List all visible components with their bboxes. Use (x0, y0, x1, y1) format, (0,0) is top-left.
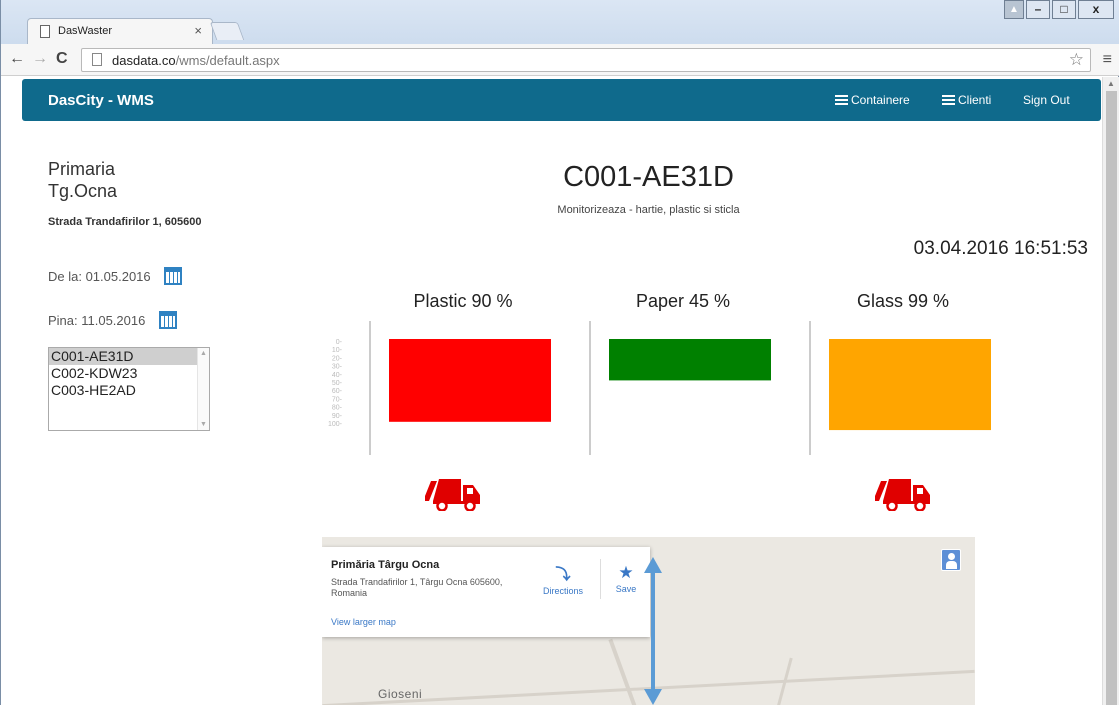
window-controls: ▲ – □ x (1004, 0, 1114, 20)
scrollbar-thumb[interactable] (1106, 91, 1117, 705)
category-label: Plastic 90 % (413, 291, 512, 311)
browser-tab[interactable]: DasWaster × (27, 18, 213, 44)
device-subtitle: Monitorizeaza - hartie, plastic si sticl… (557, 204, 740, 216)
nav-clienti[interactable]: Clienti (942, 93, 991, 107)
y-tick-label: 90- (332, 413, 343, 420)
list-icon (835, 95, 848, 105)
bar-1 (389, 339, 551, 422)
date-from-label: De la: 01.05.2016 (48, 269, 151, 284)
y-tick-label: 100- (328, 421, 343, 428)
calendar-from-icon[interactable] (164, 267, 183, 285)
new-tab-button[interactable] (209, 22, 245, 40)
scroll-up-arrow-icon[interactable]: ▲ (1107, 79, 1115, 88)
tab-strip: DasWaster × ▲ – □ x (1, 0, 1119, 44)
y-tick-label: 40- (332, 372, 343, 379)
y-tick-label: 70- (332, 396, 343, 403)
browser-window: DasWaster × ▲ – □ x ← → C dasdata.co/wms… (0, 0, 1119, 705)
maximize-button[interactable]: □ (1052, 0, 1076, 19)
fill-level-chart: 0-10-20- 30-40-50-60-70- 80-90-100- Plastic… (328, 291, 991, 455)
scroll-down-icon[interactable]: ▼ (200, 421, 207, 428)
garbage-truck-icon (425, 479, 480, 511)
date-to: Pina: 11.05.2016 (48, 311, 177, 329)
browser-toolbar: ← → C dasdata.co/wms/default.aspx ☆ ≡ (1, 44, 1119, 76)
client-name: Primaria Tg.Ocna (48, 159, 118, 201)
user-icon[interactable]: ▲ (1004, 0, 1024, 19)
scroll-up-icon[interactable]: ▲ (200, 350, 207, 357)
device-item-2[interactable]: C002-KDW23 (49, 365, 199, 382)
grid-icon (942, 95, 955, 105)
minimize-button[interactable]: – (1026, 0, 1050, 19)
category-label: Glass 99 % (857, 291, 949, 311)
y-tick-label: 10- (332, 347, 343, 354)
brand-title[interactable]: DasCity - WMS (48, 92, 154, 109)
nav-clienti-label: Clienti (958, 93, 992, 107)
y-tick-label: 50- (332, 380, 343, 387)
reload-icon[interactable]: C (56, 50, 68, 68)
device-item-3[interactable]: C003-HE2AD (49, 382, 199, 399)
url-page-icon (92, 53, 102, 66)
y-tick-label: 80- (332, 405, 343, 412)
garbage-truck-icon (875, 479, 930, 511)
url-host: dasdata.co (112, 53, 176, 68)
nav-containere[interactable]: Containere (835, 93, 910, 107)
close-button[interactable]: x (1078, 0, 1114, 19)
bar-3 (829, 339, 991, 431)
forward-arrow-icon[interactable]: → (32, 50, 48, 68)
menu-icon[interactable]: ≡ (1103, 51, 1112, 69)
page-scrollbar[interactable]: ▲ (1102, 77, 1119, 705)
address-bar[interactable]: dasdata.co/wms/default.aspx ☆ (81, 48, 1091, 72)
app-navbar: DasCity - WMS Containere Clienti Sign Ou… (22, 79, 1101, 121)
device-item-1[interactable]: C001-AE31D (49, 348, 199, 365)
timestamp: 03.04.2016 16:51:53 (913, 238, 1088, 259)
y-tick-label: 60- (332, 388, 343, 395)
tab-title: DasWaster (58, 25, 112, 37)
double-arrow-icon (644, 557, 662, 705)
bookmark-star-icon[interactable]: ☆ (1069, 50, 1084, 70)
device-listbox[interactable]: C001-AE31D C002-KDW23 C003-HE2AD ▲ ▼ (48, 347, 210, 431)
date-from: De la: 01.05.2016 (48, 267, 183, 285)
bar-2 (609, 339, 771, 381)
y-tick-label: 0- (336, 339, 343, 346)
category-label: Paper 45 % (636, 291, 730, 311)
page-viewport: DasCity - WMS Containere Clienti Sign Ou… (2, 77, 1119, 705)
device-title: C001-AE31D (563, 161, 734, 193)
client-address: Strada Trandafirilor 1, 605600 (48, 216, 202, 228)
date-to-label: Pina: 11.05.2016 (48, 313, 146, 328)
sign-out-link[interactable]: Sign Out (1023, 93, 1070, 107)
calendar-to-icon[interactable] (158, 311, 177, 329)
nav-containere-label: Containere (851, 93, 910, 107)
tab-close-icon[interactable]: × (194, 23, 202, 38)
page-icon (40, 25, 50, 38)
y-tick-label: 20- (332, 355, 343, 362)
url-path: /wms/default.aspx (175, 53, 280, 68)
back-arrow-icon[interactable]: ← (9, 50, 25, 68)
listbox-scrollbar[interactable]: ▲ ▼ (197, 348, 209, 430)
y-tick-label: 30- (332, 364, 343, 371)
